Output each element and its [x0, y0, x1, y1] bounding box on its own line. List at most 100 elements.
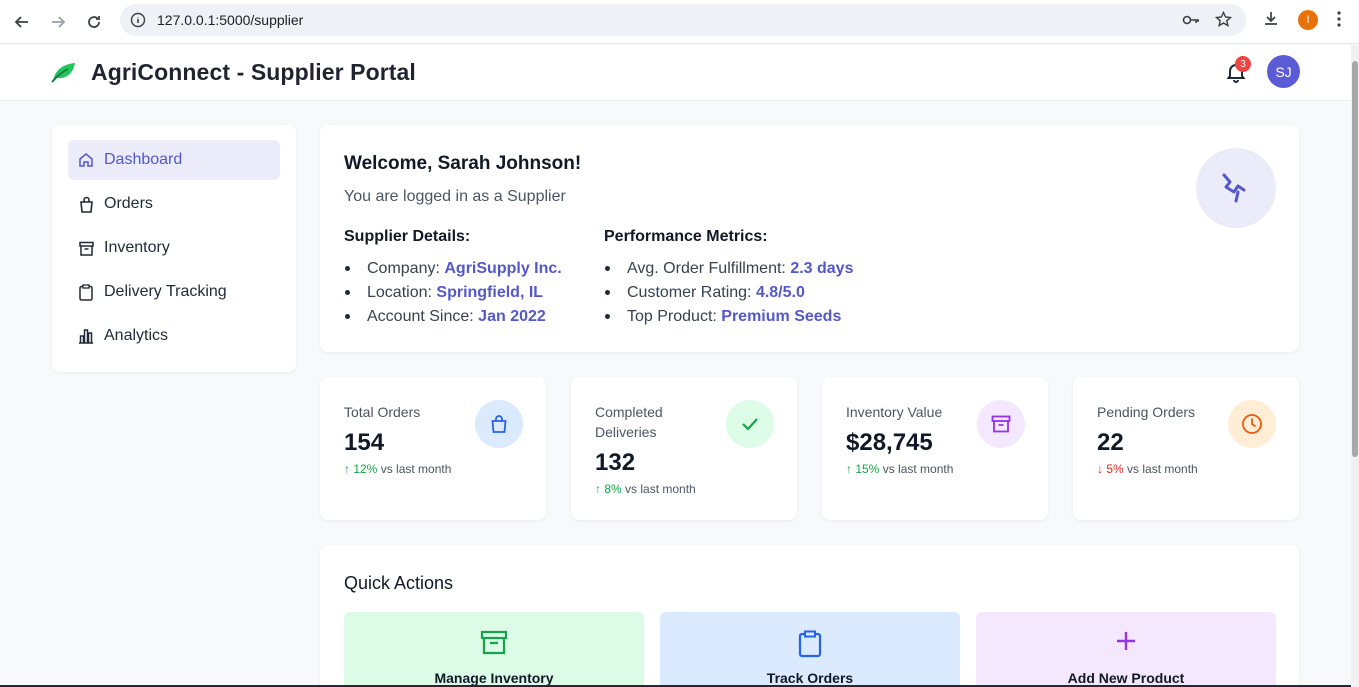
sidebar-item-label: Dashboard — [104, 151, 183, 168]
supplier-details-heading: Supplier Details: — [344, 228, 471, 245]
sidebar-item-dashboard[interactable]: Dashboard — [68, 140, 280, 180]
password-key-icon[interactable] — [1182, 12, 1200, 33]
metric-value: 2.3 days — [790, 260, 854, 277]
clipboard-icon — [798, 630, 822, 658]
page-scrollbar[interactable] — [1351, 45, 1359, 687]
stat-value: 22 — [1097, 429, 1124, 456]
sidebar-item-label: Analytics — [104, 327, 169, 344]
bar-chart-icon — [78, 327, 94, 345]
stat-badge — [977, 400, 1025, 448]
list-item: Avg. Order Fulfillment: 2.3 days — [604, 259, 853, 283]
stat-label: Inventory Value — [846, 404, 943, 420]
detail-label: Account Since: — [367, 308, 479, 325]
metric-value: Premium Seeds — [721, 308, 842, 325]
metric-label: Top Product: — [627, 308, 722, 325]
sidebar-item-inventory[interactable]: Inventory — [68, 228, 280, 268]
archive-icon — [78, 239, 94, 257]
profile-avatar[interactable]: I — [1298, 10, 1318, 30]
shopping-bag-icon — [491, 415, 507, 433]
address-bar[interactable]: 127.0.0.1:5000/supplier — [120, 4, 1246, 36]
trend-suffix: vs last month — [1123, 462, 1198, 476]
add-new-product-button[interactable]: Add New Product — [976, 612, 1276, 687]
metric-label: Customer Rating: — [627, 284, 756, 301]
quick-action-label: Add New Product — [1067, 670, 1185, 686]
list-item: Location: Springfield, IL — [344, 283, 562, 307]
bookmark-star-icon[interactable] — [1214, 10, 1233, 33]
app-title: AgriConnect - Supplier Portal — [91, 59, 416, 85]
metric-label: Avg. Order Fulfillment: — [627, 260, 791, 277]
stat-badge — [475, 400, 523, 448]
detail-label: Location: — [367, 284, 437, 301]
manage-inventory-button[interactable]: Manage Inventory — [344, 612, 644, 687]
trend-change: ↑ 15% — [846, 462, 880, 476]
detail-value: AgriSupply Inc. — [444, 260, 562, 277]
app-header: AgriConnect - Supplier Portal 3 SJ — [0, 45, 1351, 101]
forward-button[interactable] — [46, 10, 70, 34]
stat-card-pending-orders: Pending Orders 22 ↓ 5% vs last month — [1073, 377, 1299, 520]
sidebar-item-orders[interactable]: Orders — [68, 184, 280, 224]
clipboard-icon — [78, 283, 94, 301]
list-item: Customer Rating: 4.8/5.0 — [604, 283, 853, 307]
stat-value: 132 — [595, 449, 636, 476]
stat-trend: ↑ 15% vs last month — [846, 462, 953, 476]
stat-card-total-orders: Total Orders 154 ↑ 12% vs last month — [320, 377, 546, 520]
arrow-right-icon — [52, 16, 66, 28]
track-orders-button[interactable]: Track Orders — [660, 612, 960, 687]
clock-icon — [1242, 414, 1262, 434]
stat-label: Completed Deliveries — [595, 404, 663, 440]
stat-trend: ↓ 5% vs last month — [1097, 462, 1198, 476]
stat-badge — [726, 400, 774, 448]
sidebar-nav: Dashboard Orders Inventory Delivery Trac… — [52, 125, 296, 372]
more-menu-icon[interactable] — [1336, 10, 1342, 33]
arrow-left-icon — [14, 16, 28, 28]
detail-value: Springfield, IL — [436, 284, 544, 301]
detail-value: Jan 2022 — [478, 308, 546, 325]
trend-suffix: vs last month — [621, 482, 696, 496]
stat-badge — [1228, 400, 1276, 448]
quick-action-icon-wrap — [660, 630, 960, 658]
quick-actions-card: Quick Actions Manage Inventory Track Ord… — [320, 545, 1299, 687]
stat-card-inventory-value: Inventory Value $28,745 ↑ 15% vs last mo… — [822, 377, 1048, 520]
url-text[interactable]: 127.0.0.1:5000/supplier — [157, 12, 303, 28]
welcome-title: Welcome, Sarah Johnson! — [344, 153, 582, 174]
plus-icon — [1117, 632, 1135, 650]
stat-label: Pending Orders — [1097, 404, 1196, 420]
quick-action-label: Manage Inventory — [434, 670, 554, 686]
stat-value: $28,745 — [846, 429, 933, 456]
quick-action-label: Track Orders — [766, 670, 854, 686]
quick-action-icon-wrap — [344, 630, 644, 656]
site-info-icon[interactable] — [130, 12, 146, 33]
detail-label: Company: — [367, 260, 445, 277]
trend-change: ↑ 12% — [344, 462, 378, 476]
trend-suffix: vs last month — [377, 462, 452, 476]
reload-button[interactable] — [82, 10, 106, 34]
performance-metrics-heading: Performance Metrics: — [604, 228, 768, 245]
check-icon — [742, 418, 758, 431]
trend-change: ↑ 8% — [595, 482, 622, 496]
performance-metrics-list: Avg. Order Fulfillment: 2.3 days Custome… — [604, 259, 853, 331]
sidebar-item-label: Orders — [104, 195, 153, 212]
archive-icon — [991, 415, 1011, 433]
shopping-bag-icon — [78, 195, 94, 213]
user-avatar[interactable]: SJ — [1267, 55, 1300, 88]
stat-value: 154 — [344, 429, 385, 456]
sidebar-item-label: Delivery Tracking — [104, 283, 227, 300]
trend-suffix: vs last month — [879, 462, 954, 476]
stat-card-completed-deliveries: Completed Deliveries 132 ↑ 8% vs last mo… — [571, 377, 797, 520]
welcome-card: Welcome, Sarah Johnson! You are logged i… — [320, 125, 1299, 352]
browser-toolbar: 127.0.0.1:5000/supplier I — [0, 0, 1359, 44]
sidebar-item-analytics[interactable]: Analytics — [68, 316, 280, 356]
stat-trend: ↑ 8% vs last month — [595, 482, 696, 496]
sidebar-item-delivery-tracking[interactable]: Delivery Tracking — [68, 272, 280, 312]
download-icon[interactable] — [1262, 10, 1280, 33]
list-item: Account Since: Jan 2022 — [344, 307, 562, 331]
home-icon — [78, 151, 94, 169]
stat-trend: ↑ 12% vs last month — [344, 462, 451, 476]
reload-icon — [88, 16, 100, 28]
notification-count-badge: 3 — [1235, 56, 1251, 72]
supplier-details-list: Company: AgriSupply Inc. Location: Sprin… — [344, 259, 562, 331]
supplier-hero-icon — [1196, 148, 1276, 228]
scrollbar-thumb[interactable] — [1352, 61, 1358, 457]
back-button[interactable] — [10, 10, 34, 34]
quick-actions-title: Quick Actions — [344, 573, 454, 593]
